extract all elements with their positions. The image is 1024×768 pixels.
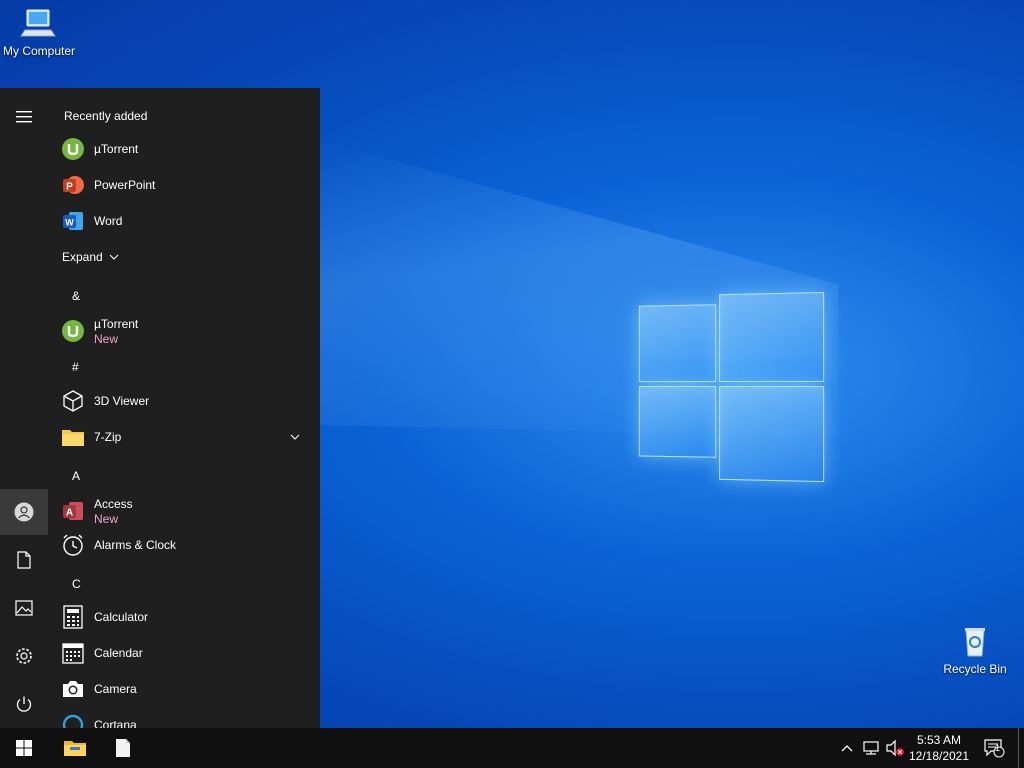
wallpaper-windows-logo xyxy=(639,288,823,482)
cube-icon xyxy=(60,388,86,414)
network-icon xyxy=(862,740,880,756)
app-list: Recently added µTorrent P PowerPoint W W… xyxy=(48,88,320,728)
chevron-down-icon xyxy=(109,254,119,260)
list-item-3d-viewer[interactable]: 3D Viewer xyxy=(60,384,308,418)
recycle-bin-icon xyxy=(955,624,995,660)
document-icon xyxy=(115,738,131,758)
computer-icon xyxy=(19,6,59,42)
hamburger-menu-icon xyxy=(15,110,33,124)
app-label: Access xyxy=(94,497,133,512)
hamburger-menu-button[interactable] xyxy=(0,94,48,140)
app-label: Cortana xyxy=(94,718,137,729)
list-item-alarms-clock[interactable]: Alarms & Clock xyxy=(60,528,308,562)
utorrent-icon xyxy=(60,318,86,344)
utorrent-icon xyxy=(60,136,86,162)
clock-time: 5:53 AM xyxy=(904,732,974,748)
list-item-word[interactable]: W Word xyxy=(60,204,308,238)
list-item-powerpoint[interactable]: P PowerPoint xyxy=(60,168,308,202)
list-item-7zip[interactable]: 7-Zip xyxy=(60,420,308,454)
clock-date: 12/18/2021 xyxy=(904,748,974,764)
chevron-down-icon[interactable] xyxy=(290,434,300,440)
new-badge: New xyxy=(94,512,133,526)
list-item-utorrent-recent[interactable]: µTorrent xyxy=(60,132,308,166)
chevron-up-icon xyxy=(841,744,853,752)
list-item-access[interactable]: A Access New xyxy=(60,492,308,530)
settings-icon xyxy=(15,647,33,665)
taskbar: 5:53 AM 12/18/2021 1 xyxy=(0,728,1024,768)
app-label: Word xyxy=(94,214,122,229)
power-icon xyxy=(15,695,33,713)
user-account-button[interactable] xyxy=(0,489,48,535)
app-label: Calculator xyxy=(94,610,148,625)
group-header-hash[interactable]: # xyxy=(72,360,79,374)
app-label: µTorrent xyxy=(94,142,138,157)
new-badge: New xyxy=(94,332,138,346)
cortana-icon xyxy=(60,712,86,728)
list-item-calendar[interactable]: Calendar xyxy=(60,636,308,670)
user-icon xyxy=(14,502,34,522)
svg-text:P: P xyxy=(66,182,73,193)
list-item-calculator[interactable]: Calculator xyxy=(60,600,308,634)
action-center-button[interactable]: 1 xyxy=(978,728,1010,768)
power-button[interactable] xyxy=(0,681,48,727)
documents-icon xyxy=(16,551,32,569)
list-item-utorrent[interactable]: µTorrent New xyxy=(60,312,308,350)
windows-logo-icon xyxy=(16,740,32,756)
list-item-camera[interactable]: Camera xyxy=(60,672,308,706)
expand-button[interactable]: Expand xyxy=(62,240,119,274)
pictures-icon xyxy=(15,600,33,616)
desktop-icon-my-computer[interactable]: My Computer xyxy=(0,6,78,58)
alarm-clock-icon xyxy=(60,532,86,558)
group-header-a[interactable]: A xyxy=(72,469,80,483)
file-explorer-icon xyxy=(63,738,87,758)
powerpoint-icon: P xyxy=(60,172,86,198)
app-label: Camera xyxy=(94,682,137,697)
documents-button[interactable] xyxy=(0,537,48,583)
taskbar-clock[interactable]: 5:53 AM 12/18/2021 xyxy=(904,732,974,764)
recently-added-heading: Recently added xyxy=(64,109,147,123)
list-item-cortana[interactable]: Cortana xyxy=(60,708,308,728)
app-label: Calendar xyxy=(94,646,143,661)
taskbar-notepad[interactable] xyxy=(100,728,146,768)
group-header-ampersand[interactable]: & xyxy=(72,289,80,303)
folder-icon xyxy=(60,424,86,450)
calendar-icon xyxy=(60,640,86,666)
svg-text:A: A xyxy=(66,508,73,519)
show-hidden-icons-button[interactable] xyxy=(836,728,858,768)
desktop-icon-label: My Computer xyxy=(0,44,78,58)
access-icon: A xyxy=(60,498,86,524)
expand-label: Expand xyxy=(62,250,103,265)
notification-icon xyxy=(983,738,1005,758)
pictures-button[interactable] xyxy=(0,585,48,631)
desktop-icon-label: Recycle Bin xyxy=(940,662,1010,676)
notification-count: 1 xyxy=(995,743,1000,753)
volume-muted-icon xyxy=(885,739,905,757)
svg-text:W: W xyxy=(65,218,74,228)
show-desktop-button[interactable] xyxy=(1018,728,1024,768)
start-menu: Recently added µTorrent P PowerPoint W W… xyxy=(0,88,320,728)
settings-button[interactable] xyxy=(0,633,48,679)
app-label: PowerPoint xyxy=(94,178,155,193)
start-button[interactable] xyxy=(0,728,48,768)
taskbar-file-explorer[interactable] xyxy=(52,728,98,768)
calculator-icon xyxy=(60,604,86,630)
camera-icon xyxy=(60,676,86,702)
volume-tray-button[interactable] xyxy=(884,728,906,768)
desktop-icon-recycle-bin[interactable]: Recycle Bin xyxy=(940,624,1010,676)
app-label: 7-Zip xyxy=(94,430,121,445)
network-tray-button[interactable] xyxy=(860,728,882,768)
group-header-c[interactable]: C xyxy=(72,577,81,591)
start-rail xyxy=(0,88,48,728)
word-icon: W xyxy=(60,208,86,234)
app-label: µTorrent xyxy=(94,317,138,332)
app-label: 3D Viewer xyxy=(94,394,149,409)
app-label: Alarms & Clock xyxy=(94,538,176,553)
